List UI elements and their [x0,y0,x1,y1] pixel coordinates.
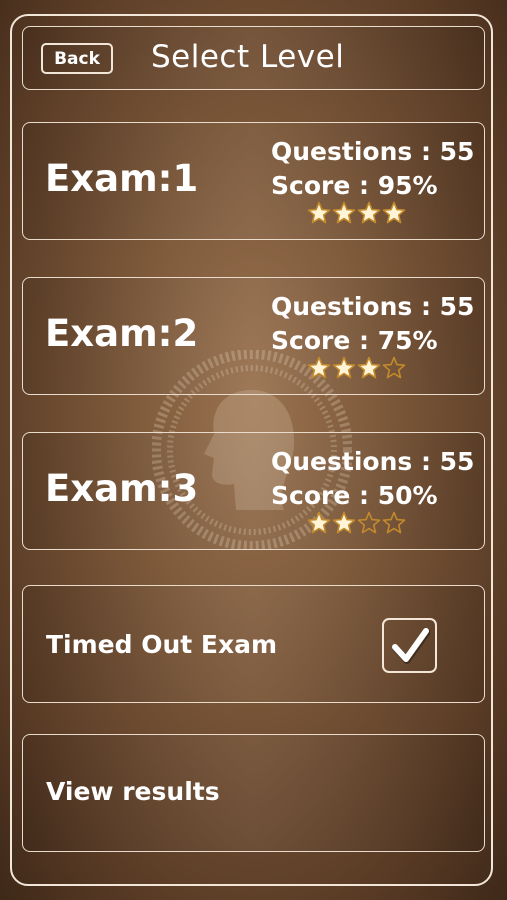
questions-count: Questions : 55 [271,447,475,476]
view-results-label: View results [46,777,220,806]
page-title: Select Level [151,39,345,75]
timed-exam-row: Timed Out Exam [22,585,485,703]
star-rating [307,356,406,380]
star-filled-icon [332,356,356,379]
star-filled-icon [332,511,356,534]
score-value: Score : 95% [271,171,438,200]
exam-name: Exam:1 [45,157,199,200]
score-value: Score : 50% [271,481,438,510]
star-empty-icon [382,511,406,534]
exam-meta: Questions : 55 Score : 75% [271,290,474,358]
back-button[interactable]: Back [41,43,113,74]
star-rating [307,201,406,225]
star-empty-icon [357,511,381,534]
exam-name: Exam:2 [45,312,199,355]
header-bar: Back Select Level [22,26,485,90]
view-results-button[interactable]: View results [22,734,485,852]
exam-2-card[interactable]: Exam:2 Questions : 55 Score : 75% [22,277,485,395]
star-filled-icon [357,356,381,379]
star-filled-icon [307,511,331,534]
exam-1-card[interactable]: Exam:1 Questions : 55 Score : 95% [22,122,485,240]
star-filled-icon [382,201,406,224]
timed-exam-label: Timed Out Exam [46,630,278,659]
star-filled-icon [307,356,331,379]
timed-exam-checkbox[interactable] [382,618,437,673]
star-rating [307,511,406,535]
questions-count: Questions : 55 [271,137,475,166]
checkmark-icon [391,627,430,664]
star-filled-icon [307,201,331,224]
questions-count: Questions : 55 [271,292,475,321]
exam-meta: Questions : 55 Score : 50% [271,445,474,513]
star-filled-icon [357,201,381,224]
star-empty-icon [382,356,406,379]
score-value: Score : 75% [271,326,438,355]
exam-meta: Questions : 55 Score : 95% [271,135,474,203]
exam-3-card[interactable]: Exam:3 Questions : 55 Score : 50% [22,432,485,550]
star-filled-icon [332,201,356,224]
exam-name: Exam:3 [45,467,199,510]
